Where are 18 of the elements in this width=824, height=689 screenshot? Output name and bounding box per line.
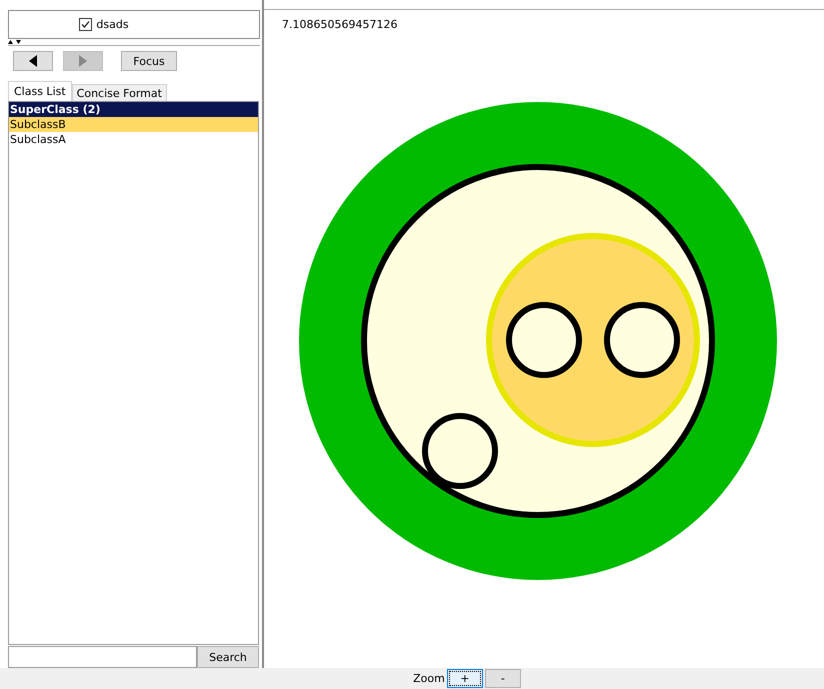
tab[interactable]: Class List [8, 81, 72, 101]
right-triangle-icon [79, 55, 87, 67]
checkbox[interactable] [79, 18, 92, 31]
list-item[interactable]: SubclassA [9, 132, 258, 147]
focus-button[interactable]: Focus [121, 51, 177, 71]
zoom-button[interactable]: + [446, 669, 483, 688]
checkbox-label: dsads [96, 18, 129, 31]
search-field[interactable] [8, 646, 197, 668]
list-header[interactable]: SuperClass (2) [9, 102, 258, 117]
zoom-button[interactable]: - [484, 669, 521, 688]
back-button[interactable] [13, 51, 53, 71]
left-triangle-icon [29, 55, 37, 67]
value-label: 7.108650569457126 [282, 18, 398, 31]
list-item[interactable]: SubclassB [9, 117, 258, 132]
resize-arrows-icon[interactable] [8, 39, 22, 44]
search-button[interactable]: Search [197, 646, 259, 668]
tab[interactable]: Concise Format [72, 84, 167, 101]
zoom-label: Zoom [413, 672, 445, 685]
